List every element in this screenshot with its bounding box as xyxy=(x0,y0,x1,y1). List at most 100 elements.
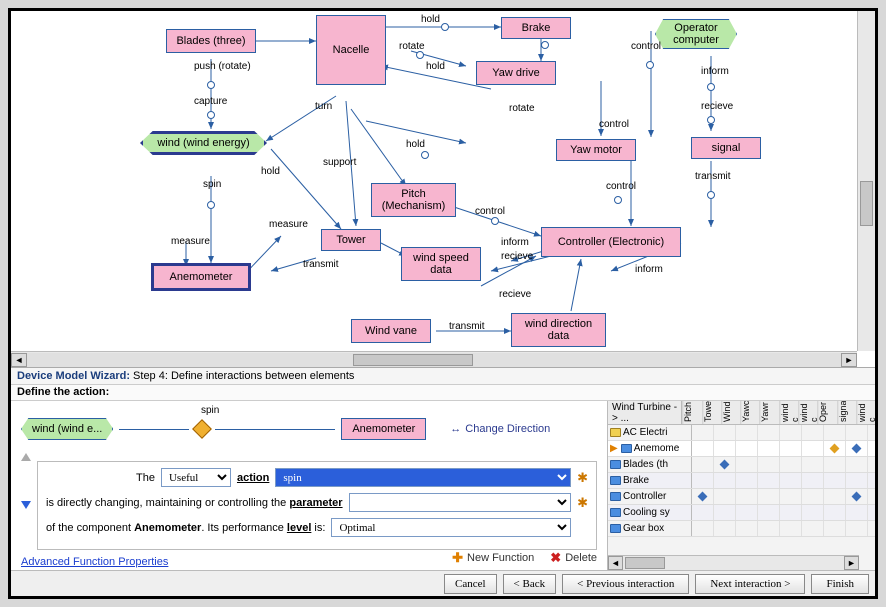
node-nacelle[interactable]: Nacelle xyxy=(316,15,386,85)
edge-inform3: inform xyxy=(635,264,663,275)
usefulness-select[interactable]: Useful xyxy=(161,468,231,487)
matrix-horizontal-scrollbar[interactable]: ◄ ► xyxy=(608,555,859,570)
node-windspeed[interactable]: wind speed data xyxy=(401,247,481,281)
edge-hold2: hold xyxy=(426,61,445,72)
delete-function-button[interactable]: ✖Delete xyxy=(550,550,597,566)
x-icon: ✖ xyxy=(550,550,561,566)
preview-source-node[interactable]: wind (wind e... xyxy=(21,418,113,440)
scroll-right-arrow[interactable]: ► xyxy=(841,353,857,367)
node-anemometer[interactable]: Anemometer xyxy=(151,263,251,291)
define-action-label: Define the action: xyxy=(11,385,875,401)
edge-inform1: inform xyxy=(701,66,729,77)
wizard-step: Step 4: Define interactions between elem… xyxy=(133,370,354,382)
move-up-icon[interactable] xyxy=(21,453,31,461)
edge-control1: control xyxy=(631,41,661,52)
preview-target-node[interactable]: Anemometer xyxy=(341,418,426,440)
matrix-col[interactable]: Pitch xyxy=(682,401,701,424)
scroll-right-arrow[interactable]: ► xyxy=(844,556,859,570)
scrollbar-track[interactable] xyxy=(27,353,841,367)
new-function-button[interactable]: ✚New Function xyxy=(452,550,534,566)
diagram-vertical-scrollbar[interactable] xyxy=(857,11,875,351)
edge-support: support xyxy=(323,157,356,168)
scrollbar-thumb[interactable] xyxy=(625,557,665,569)
node-tower[interactable]: Tower xyxy=(321,229,381,251)
required-star-icon: ✱ xyxy=(577,495,588,511)
cancel-button[interactable]: Cancel xyxy=(444,574,497,594)
action-form: The Useful action spin ✱ is directly cha… xyxy=(37,461,597,550)
row-icon xyxy=(621,444,632,453)
node-yawdrive[interactable]: Yaw drive xyxy=(476,61,556,85)
edge-hold4: hold xyxy=(406,139,425,150)
edge-recieve1: recieve xyxy=(701,101,733,112)
matrix-col[interactable]: Towe xyxy=(702,401,721,424)
node-signal[interactable]: signal xyxy=(691,137,761,159)
matrix-row[interactable]: Brake xyxy=(608,473,875,489)
matrix-col[interactable]: Oper xyxy=(817,401,836,424)
connector-dot xyxy=(491,217,499,225)
matrix-col[interactable]: wind c xyxy=(779,401,798,424)
level-select[interactable]: Optimal xyxy=(331,518,571,537)
move-down-icon[interactable] xyxy=(21,501,31,509)
connector-dot xyxy=(707,83,715,91)
matrix-col[interactable]: wind c xyxy=(856,401,875,424)
scrollbar-thumb[interactable] xyxy=(860,181,873,226)
matrix-row[interactable]: AC Electri xyxy=(608,425,875,441)
change-direction-button[interactable]: ↔Change Direction xyxy=(450,423,550,435)
matrix-col[interactable]: Yawr xyxy=(759,401,778,424)
diagram-horizontal-scrollbar[interactable]: ◄ ► xyxy=(11,351,857,367)
advanced-properties-link[interactable]: Advanced Function Properties xyxy=(21,556,168,568)
app-frame: Blades (three) Nacelle Brake Operator co… xyxy=(8,8,878,599)
node-winddir[interactable]: wind direction data xyxy=(511,313,606,347)
action-form-pane: spin wind (wind e... Anemometer ↔Change … xyxy=(11,401,607,570)
preview-line xyxy=(119,429,189,430)
edge-hold3: hold xyxy=(261,166,280,177)
matrix-row[interactable]: Cooling sy xyxy=(608,505,875,521)
node-yawmotor[interactable]: Yaw motor xyxy=(556,139,636,161)
connector-dot xyxy=(707,191,715,199)
matrix-breadcrumb[interactable]: Wind Turbine -> ... xyxy=(608,401,682,424)
edge-measure2: measure xyxy=(269,219,308,230)
edge-control2: control xyxy=(599,119,629,130)
node-operator[interactable]: Operator computer xyxy=(651,17,741,51)
scrollbar-thumb[interactable] xyxy=(353,354,473,366)
parameter-sentence: is directly changing, maintaining or con… xyxy=(46,497,343,509)
matrix-row[interactable]: Blades (th xyxy=(608,457,875,473)
lower-panel: spin wind (wind e... Anemometer ↔Change … xyxy=(11,401,875,570)
scroll-left-arrow[interactable]: ◄ xyxy=(11,353,27,367)
required-star-icon: ✱ xyxy=(577,470,588,486)
action-label: action xyxy=(237,472,269,484)
swap-arrows-icon: ↔ xyxy=(450,423,461,435)
connector-dot xyxy=(207,111,215,119)
finish-button[interactable]: Finish xyxy=(811,574,869,594)
row-icon xyxy=(610,460,621,469)
connector-dot xyxy=(421,151,429,159)
diagram-canvas[interactable]: Blades (three) Nacelle Brake Operator co… xyxy=(11,11,857,351)
action-select[interactable]: spin xyxy=(275,468,571,487)
parameter-select[interactable] xyxy=(349,493,572,512)
edge-transmit3: transmit xyxy=(449,321,485,332)
node-wind[interactable]: wind (wind energy) xyxy=(136,129,271,157)
scroll-left-arrow[interactable]: ◄ xyxy=(608,556,623,570)
node-windvane[interactable]: Wind vane xyxy=(351,319,431,343)
node-controller[interactable]: Controller (Electronic) xyxy=(541,227,681,257)
back-button[interactable]: < Back xyxy=(503,574,557,594)
connector-dot xyxy=(614,196,622,204)
edge-capture: capture xyxy=(194,96,227,107)
matrix-row[interactable]: Gear box xyxy=(608,521,875,537)
matrix-row[interactable]: ▶Anemome xyxy=(608,441,875,457)
node-blades[interactable]: Blades (three) xyxy=(166,29,256,53)
node-brake[interactable]: Brake xyxy=(501,17,571,39)
matrix-col[interactable]: Yawc xyxy=(740,401,759,424)
matrix-col[interactable]: wind c xyxy=(798,401,817,424)
row-icon xyxy=(610,492,621,501)
matrix-col[interactable]: Wind xyxy=(721,401,740,424)
previous-interaction-button[interactable]: < Previous interaction xyxy=(562,574,689,594)
edge-turn: turn xyxy=(315,101,332,112)
next-interaction-button[interactable]: Next interaction > xyxy=(695,574,805,594)
matrix-col[interactable]: signa xyxy=(837,401,856,424)
row-icon xyxy=(610,428,621,437)
wizard-button-bar: Cancel < Back < Previous interaction Nex… xyxy=(11,570,875,596)
node-pitch[interactable]: Pitch (Mechanism) xyxy=(371,183,456,217)
row-icon xyxy=(610,524,621,533)
matrix-row[interactable]: Controller xyxy=(608,489,875,505)
